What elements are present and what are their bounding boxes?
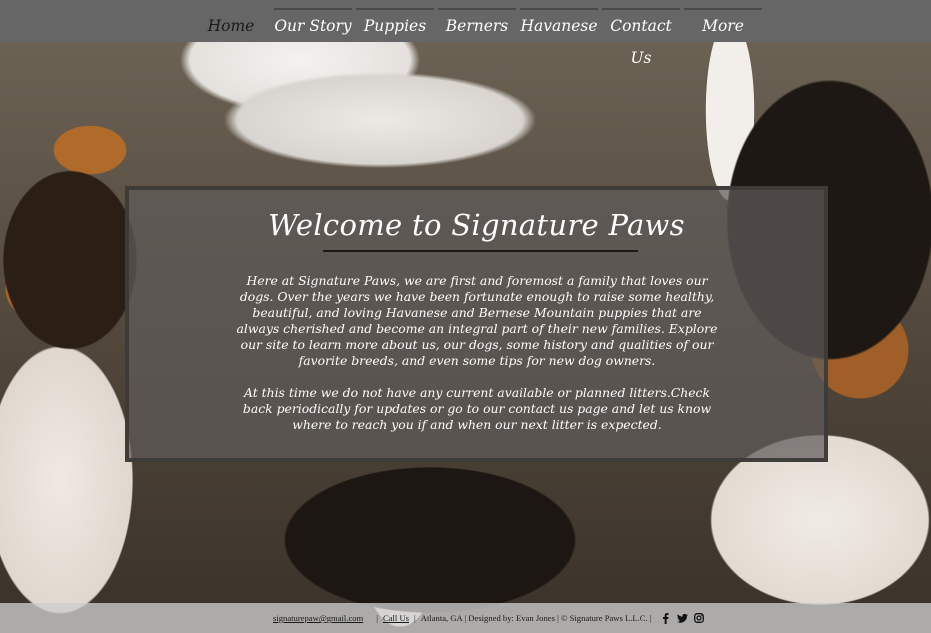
footer-separator: | xyxy=(376,613,378,623)
twitter-icon[interactable] xyxy=(676,613,688,624)
litter-notice-text: At this time we do not have any current … xyxy=(242,385,712,432)
footer-info-text: Atlanta, GA | Designed by: Evan Jones | … xyxy=(420,613,652,623)
facebook-icon[interactable] xyxy=(660,612,671,624)
footer-line: signaturepaw@gmail.com | Call Us | Atlan… xyxy=(273,612,705,624)
nav-item-more[interactable]: More xyxy=(684,8,762,42)
nav-item-puppies[interactable]: Puppies xyxy=(356,8,434,42)
nav-item-our-story[interactable]: Our Story xyxy=(274,8,352,42)
main-nav: Home Our Story Puppies Berners Havanese … xyxy=(192,0,766,67)
nav-item-home[interactable]: Home xyxy=(192,8,270,42)
nav-item-contact-us[interactable]: Contact Us xyxy=(602,8,680,67)
footer-email-link[interactable]: signaturepaw@gmail.com xyxy=(273,613,363,623)
nav-item-havanese[interactable]: Havanese xyxy=(520,8,598,42)
welcome-title: Welcome to Signature Paws xyxy=(268,208,685,242)
nav-item-berners[interactable]: Berners xyxy=(438,8,516,42)
social-links xyxy=(660,612,705,624)
footer-call-us-link[interactable]: Call Us xyxy=(383,613,409,623)
footer: signaturepaw@gmail.com | Call Us | Atlan… xyxy=(0,603,931,633)
top-navigation-bar: Home Our Story Puppies Berners Havanese … xyxy=(0,0,931,67)
title-underline xyxy=(323,250,638,252)
footer-separator: | xyxy=(414,613,416,623)
instagram-icon[interactable] xyxy=(694,613,705,624)
welcome-panel: Welcome to Signature Paws Here at Signat… xyxy=(125,186,828,462)
welcome-intro-text: Here at Signature Paws, we are first and… xyxy=(236,273,718,368)
